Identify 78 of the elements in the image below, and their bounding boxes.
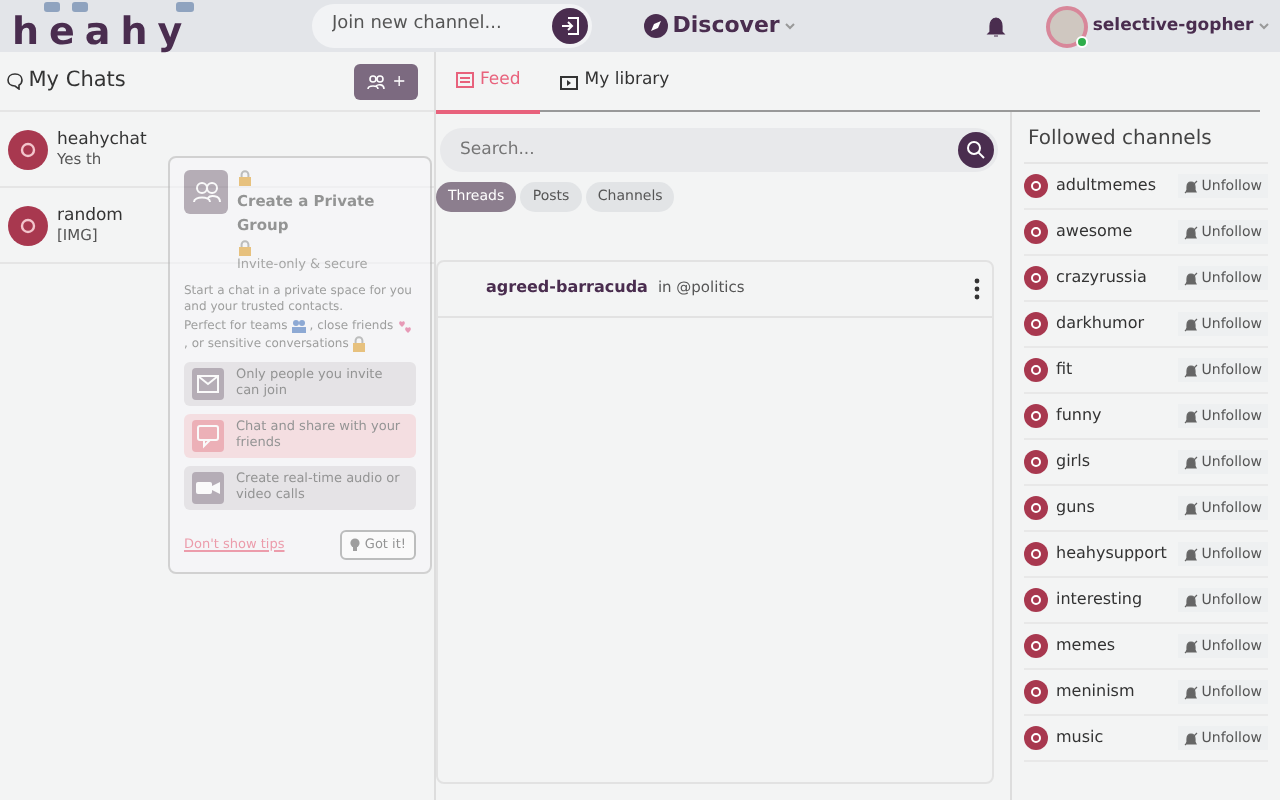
bell-slash-icon [1183,455,1198,469]
caret-icon [784,22,797,30]
channel-name[interactable]: meninism [1056,680,1135,704]
compass-icon [644,14,668,38]
people-icon [366,73,387,89]
channel-name[interactable]: crazyrussia [1056,266,1147,290]
people-icon [289,317,308,334]
bell-slash-icon [1183,501,1198,515]
channel-avatar-icon [1024,726,1048,750]
chat-bubbles-icon [44,2,194,12]
channel-name[interactable]: interesting [1056,588,1143,612]
bell-slash-icon [1183,225,1198,239]
lock-icon [350,335,369,352]
bell-slash-icon [1183,685,1198,699]
username-menu[interactable]: selective-gopher [1092,13,1254,39]
search-icon [966,140,986,160]
channel-avatar-icon [1024,450,1048,474]
library-icon [560,73,579,90]
chat-name[interactable]: heahychat [57,129,147,151]
chat-name[interactable]: random [57,205,123,227]
envelope-icon [192,367,224,400]
channel-avatar-icon [1024,542,1048,566]
channel-name[interactable]: memes [1056,634,1116,658]
channel-name[interactable]: adultmemes [1056,174,1157,198]
chat-bubble-icon [192,419,224,452]
channel-avatar-icon [1024,220,1048,244]
bell-slash-icon [1183,363,1198,377]
channel-avatar-icon [1024,496,1048,520]
chat-avatar-icon [8,205,48,245]
bell-slash-icon [1183,547,1198,561]
channel-avatar-icon [1024,588,1048,612]
chat-bubble-icon [6,72,24,90]
channel-avatar-icon [1024,358,1048,382]
channel-name[interactable]: music [1056,726,1104,750]
section-title: My Chats [28,65,126,96]
channel-name[interactable]: heahysupport [1056,542,1167,566]
search-button[interactable] [958,132,994,168]
create-group-button[interactable]: + [354,63,418,99]
bell-slash-icon [1183,317,1198,331]
channel-name[interactable]: fit [1056,358,1073,382]
bell-slash-icon [1183,271,1198,285]
logo-text: heahy [12,12,193,52]
people-icon [184,170,228,214]
bell-slash-icon [1183,179,1198,193]
user-avatar [1046,5,1089,47]
channel-name[interactable]: funny [1056,404,1102,428]
join-button[interactable] [552,8,588,44]
channel-avatar-icon [1024,312,1048,336]
tab[interactable]: My library [540,60,690,110]
search-field[interactable]: Search... [456,135,958,165]
lightbulb-icon [350,537,361,552]
chat-avatar-icon [8,129,48,169]
bell-slash-icon [1183,639,1198,653]
channel-avatar-icon [1024,174,1048,198]
bell-slash-icon [1183,593,1198,607]
notifications-bell-icon[interactable] [986,15,1007,37]
discover-menu[interactable]: Discover [672,9,780,43]
bell-slash-icon [1183,731,1198,745]
channel-avatar-icon [1024,266,1048,290]
hearts-icon [395,317,414,334]
channel-name[interactable]: girls [1056,450,1090,474]
channel-name[interactable]: guns [1056,496,1095,520]
list-icon [456,72,474,89]
post-author[interactable]: agreed-barracuda [486,276,648,300]
section-title: Followed channels [1024,112,1268,164]
channel-avatar-icon [1024,634,1048,658]
kebab-menu-icon[interactable] [974,277,980,299]
caret-icon [1257,22,1270,30]
channel-name[interactable]: awesome [1056,220,1133,244]
bell-slash-icon [1183,409,1198,423]
search-bar[interactable]: Search... [440,128,998,172]
video-camera-icon [192,471,224,504]
channel-avatar-icon [1024,404,1048,428]
channel-avatar-icon [1024,680,1048,704]
enter-icon [560,16,580,36]
channel-name[interactable]: darkhumor [1056,312,1145,336]
lock-icon [237,240,251,256]
lock-icon [237,170,251,186]
